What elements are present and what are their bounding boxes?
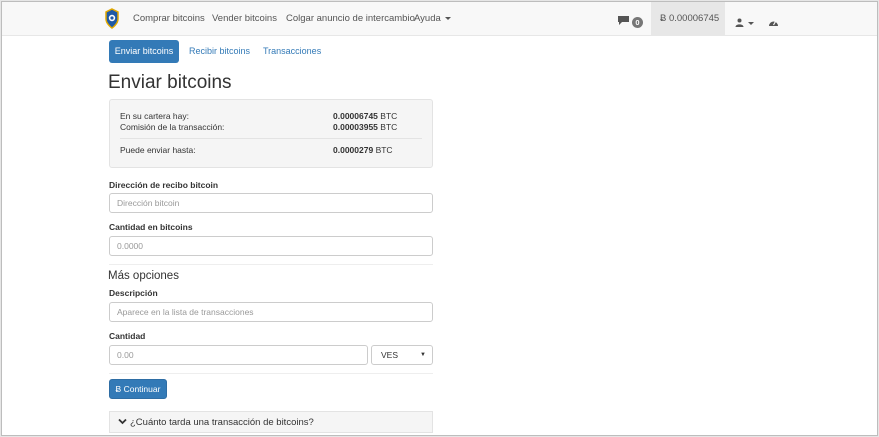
unit-label: BTC xyxy=(380,122,398,132)
balance-summary: En su cartera hay: 0.00006745 BTC Comisi… xyxy=(109,99,433,168)
tab-enviar[interactable]: Enviar bitcoins xyxy=(109,40,179,63)
user-menu[interactable] xyxy=(735,14,754,32)
chat-notifications[interactable]: 0 xyxy=(617,13,643,31)
tab-recibir[interactable]: Recibir bitcoins xyxy=(189,40,250,63)
fee-label: Comisión de la transacción: xyxy=(120,122,225,132)
nav-comprar[interactable]: Comprar bitcoins xyxy=(133,13,205,24)
select-arrow-icon: ▼ xyxy=(420,352,426,358)
notification-badge: 0 xyxy=(632,16,643,28)
divider xyxy=(120,138,422,139)
currency-select[interactable]: VES ▼ xyxy=(371,345,433,365)
page: Comprar bitcoins Vender bitcoins Colgar … xyxy=(1,1,878,436)
wallet-amount: 0.00006745 BTC xyxy=(333,111,397,121)
more-options-heading: Más opciones xyxy=(108,270,179,282)
max-amount: 0.0000279 BTC xyxy=(333,145,393,155)
dashboard-icon[interactable] xyxy=(768,14,779,32)
chat-bubble-icon xyxy=(617,13,630,31)
fiat-amount-label: Cantidad xyxy=(109,331,146,341)
continue-button[interactable]: Ƀ Continuar xyxy=(109,379,167,399)
page-title: Enviar bitcoins xyxy=(108,72,232,93)
amount-label: Cantidad en bitcoins xyxy=(109,222,193,232)
btc-amount-input[interactable] xyxy=(109,236,433,256)
divider xyxy=(109,373,433,374)
address-input[interactable] xyxy=(109,193,433,213)
wallet-balance[interactable]: Ƀ 0.00006745 xyxy=(651,2,725,36)
chevron-down-icon xyxy=(444,16,451,20)
wallet-label: En su cartera hay: xyxy=(120,111,189,121)
unit-label: BTC xyxy=(375,145,393,155)
fiat-amount-input[interactable] xyxy=(109,345,368,365)
currency-value: VES xyxy=(381,350,399,360)
unit-label: BTC xyxy=(380,111,398,121)
logo-icon[interactable] xyxy=(104,8,120,30)
nav-ayuda[interactable]: Ayuda xyxy=(414,13,451,24)
address-label: Dirección de recibo bitcoin xyxy=(109,180,219,190)
nav-colgar-anuncio[interactable]: Colgar anuncio de intercambio xyxy=(286,13,415,24)
faq-question: ¿Cuánto tarda una transacción de bitcoin… xyxy=(130,417,314,428)
faq-transaction-time[interactable]: ¿Cuánto tarda una transacción de bitcoin… xyxy=(109,411,433,433)
max-label: Puede enviar hasta: xyxy=(120,145,196,155)
max-amount-value: 0.0000279 xyxy=(333,145,374,155)
user-icon xyxy=(735,14,744,32)
navbar: Comprar bitcoins Vender bitcoins Colgar … xyxy=(2,2,877,36)
fee-amount: 0.00003955 BTC xyxy=(333,122,397,132)
nav-vender[interactable]: Vender bitcoins xyxy=(212,13,277,24)
wallet-amount-value: 0.00006745 xyxy=(333,111,378,121)
description-label: Descripción xyxy=(109,288,158,298)
fee-amount-value: 0.00003955 xyxy=(333,122,378,132)
divider xyxy=(109,264,433,265)
chevron-down-icon xyxy=(748,21,754,25)
tab-transacciones[interactable]: Transacciones xyxy=(263,40,321,63)
description-input[interactable] xyxy=(109,302,433,322)
chevron-down-icon xyxy=(118,412,127,433)
nav-ayuda-label: Ayuda xyxy=(414,13,441,24)
